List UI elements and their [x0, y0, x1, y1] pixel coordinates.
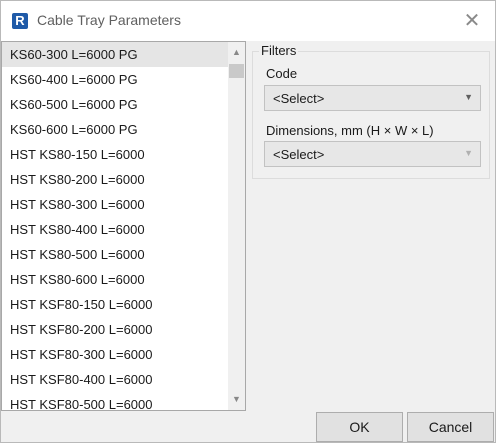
list-item[interactable]: HST KS80-150 L=6000	[2, 142, 228, 167]
chevron-up-icon[interactable]: ▲	[228, 44, 245, 61]
list-item[interactable]: HST KSF80-200 L=6000	[2, 317, 228, 342]
title-bar[interactable]: R Cable Tray Parameters ✕	[1, 1, 495, 41]
list-items-container: KS60-300 L=6000 PG KS60-400 L=6000 PG KS60…	[2, 42, 228, 410]
list-item[interactable]: KS60-300 L=6000 PG	[2, 42, 228, 67]
dimensions-label: Dimensions, mm (H × W × L)	[266, 123, 434, 138]
dimensions-combobox[interactable]: <Select> ▼	[264, 141, 481, 167]
revit-app-icon: R	[12, 13, 28, 29]
list-item[interactable]: HST KS80-300 L=6000	[2, 192, 228, 217]
ok-button[interactable]: OK	[316, 412, 403, 442]
code-combobox-value: <Select>	[273, 91, 325, 106]
vertical-scrollbar[interactable]: ▲ ▼	[228, 42, 245, 410]
scrollbar-thumb[interactable]	[229, 64, 244, 78]
list-item[interactable]: HST KS80-200 L=6000	[2, 167, 228, 192]
filters-legend: Filters	[259, 43, 299, 58]
list-item[interactable]: HST KSF80-300 L=6000	[2, 342, 228, 367]
cable-tray-type-list[interactable]: KS60-300 L=6000 PG KS60-400 L=6000 PG KS60…	[1, 41, 246, 411]
list-item[interactable]: KS60-500 L=6000 PG	[2, 92, 228, 117]
list-item[interactable]: HST KSF80-150 L=6000	[2, 292, 228, 317]
filters-group: Filters Code <Select> ▼ Dimensions, mm (…	[252, 43, 490, 179]
list-item[interactable]: KS60-400 L=6000 PG	[2, 67, 228, 92]
close-button[interactable]: ✕	[449, 1, 495, 41]
cable-tray-parameters-dialog: R Cable Tray Parameters ✕ KS60-300 L=600…	[0, 0, 496, 443]
list-item[interactable]: HST KS80-400 L=6000	[2, 217, 228, 242]
code-combobox[interactable]: <Select> ▼	[264, 85, 481, 111]
dialog-title: Cable Tray Parameters	[37, 12, 181, 28]
close-icon: ✕	[463, 10, 481, 32]
list-item[interactable]: HST KS80-500 L=6000	[2, 242, 228, 267]
cancel-button[interactable]: Cancel	[407, 412, 494, 442]
list-item[interactable]: HST KSF80-400 L=6000	[2, 367, 228, 392]
dimensions-combobox-value: <Select>	[273, 147, 325, 162]
code-label: Code	[266, 66, 298, 81]
list-item[interactable]: KS60-600 L=6000 PG	[2, 117, 228, 142]
list-item[interactable]: HST KSF80-500 L=6000	[2, 392, 228, 410]
chevron-down-icon: ▼	[464, 148, 473, 158]
list-item[interactable]: HST KS80-600 L=6000	[2, 267, 228, 292]
chevron-down-icon: ▼	[464, 92, 473, 102]
chevron-down-icon[interactable]: ▼	[228, 391, 245, 408]
